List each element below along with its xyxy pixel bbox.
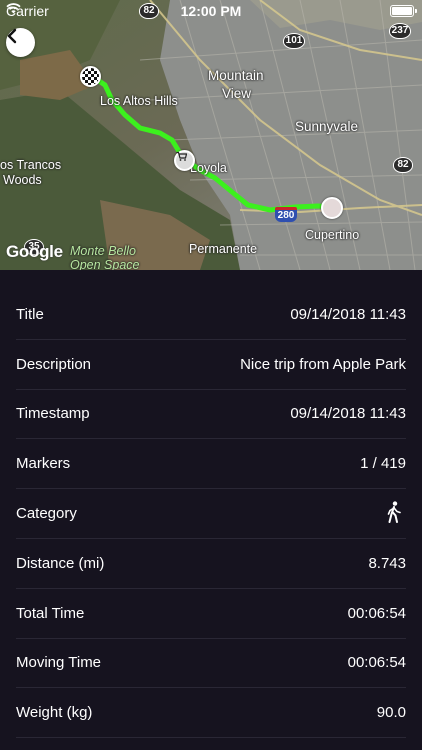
- battery-icon: [390, 5, 417, 17]
- chevron-left-icon: [7, 28, 17, 44]
- detail-label: Timestamp: [16, 405, 90, 423]
- route-101-shield: 101: [283, 33, 305, 49]
- detail-label: Moving Time: [16, 654, 102, 672]
- detail-value: 09/14/2018 11:43: [290, 405, 406, 423]
- detail-row-timestamp[interactable]: Timestamp 09/14/2018 11:43: [16, 390, 406, 440]
- map-label-cupertino: Cupertino: [305, 228, 360, 242]
- back-button[interactable]: [6, 28, 35, 57]
- detail-value: 00:06:54: [347, 604, 406, 622]
- google-logo: Google: [6, 242, 63, 261]
- detail-row-weight[interactable]: Weight (kg) 90.0: [16, 688, 406, 739]
- detail-label: Markers: [16, 455, 71, 473]
- finish-flag-marker[interactable]: [80, 66, 101, 87]
- detail-value: 90.0: [376, 704, 406, 722]
- interstate-280-shield: 280: [275, 207, 297, 222]
- detail-row-title[interactable]: Title 09/14/2018 11:43: [16, 290, 406, 340]
- detail-value: 09/14/2018 11:43: [290, 305, 406, 323]
- status-time: 12:00 PM: [180, 3, 242, 19]
- map-label-loyola: Loyola: [190, 161, 227, 175]
- detail-value: Nice trip from Apple Park: [240, 355, 406, 373]
- detail-row-markers[interactable]: Markers 1 / 419: [16, 439, 406, 490]
- detail-row-moving-time[interactable]: Moving Time 00:06:54: [16, 639, 406, 689]
- walking-person-icon: [386, 500, 402, 527]
- map-label-los-altos-hills: Los Altos Hills: [100, 94, 178, 108]
- map-label-sunnyvale: Sunnyvale: [295, 119, 359, 134]
- detail-label: Total Time: [16, 604, 85, 622]
- detail-value: 1 / 419: [360, 455, 406, 473]
- trip-details-list: Title 09/14/2018 11:43 Description Nice …: [0, 270, 422, 739]
- detail-label: Category: [16, 505, 77, 523]
- status-bar: Carrier 12:00 PM: [0, 0, 422, 22]
- map-view[interactable]: Carrier 12:00 PM Mountain View Sunnyvale…: [0, 0, 422, 270]
- route-82-shield-right: 82: [393, 157, 413, 173]
- detail-row-total-time[interactable]: Total Time 00:06:54: [16, 589, 406, 639]
- map-label-mountain-view-2: View: [222, 86, 252, 101]
- start-marker[interactable]: [321, 197, 343, 219]
- map-label-monte-bello: Monte Bello: [70, 244, 137, 258]
- map-label-los-trancos: os Trancos: [0, 158, 62, 172]
- map-label-los-trancos-2: Woods: [3, 173, 42, 187]
- detail-label: Description: [16, 355, 92, 373]
- detail-row-category[interactable]: Category: [16, 489, 406, 539]
- shopping-cart-icon: [176, 152, 187, 161]
- detail-row-distance[interactable]: Distance (mi) 8.743: [16, 539, 406, 589]
- cart-marker[interactable]: [174, 150, 195, 171]
- detail-label: Weight (kg): [16, 704, 93, 722]
- detail-value: 00:06:54: [347, 654, 406, 672]
- route-237-shield: 237: [389, 23, 411, 39]
- detail-label: Distance (mi): [16, 554, 105, 572]
- map-label-mountain-view: Mountain: [208, 68, 264, 83]
- detail-value: 8.743: [368, 554, 406, 572]
- map-label-permanente: Permanente: [189, 242, 258, 256]
- detail-row-description[interactable]: Description Nice trip from Apple Park: [16, 340, 406, 390]
- map-label-monte-bello-2: Open Space: [70, 258, 140, 270]
- detail-label: Title: [16, 305, 44, 323]
